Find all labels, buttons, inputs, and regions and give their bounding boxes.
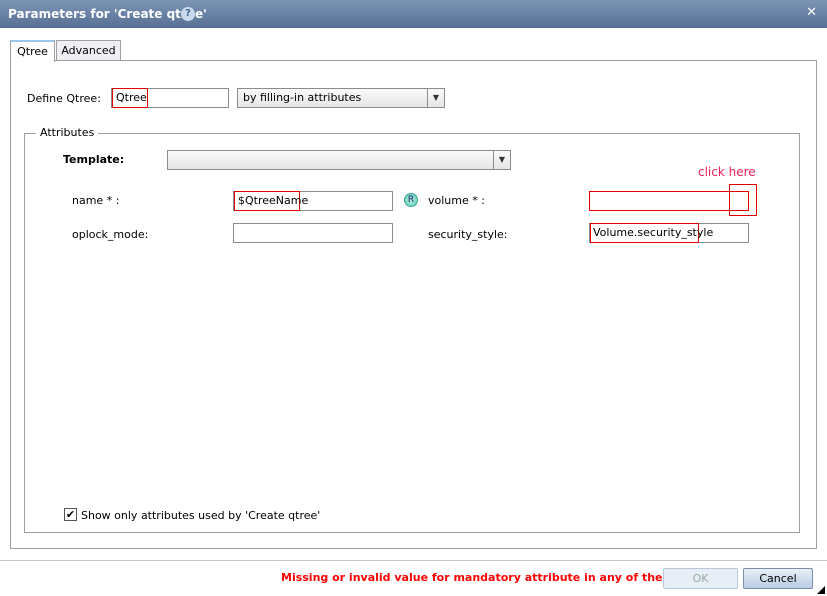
- tab-qtree[interactable]: Qtree: [10, 40, 55, 62]
- define-qtree-label: Define Qtree:: [27, 92, 101, 105]
- security-style-input[interactable]: Volume.security_style: [589, 223, 749, 243]
- oplock-label: oplock_mode:: [72, 228, 149, 241]
- title-bar: Parameters for 'Create qtree' ? ✕: [0, 0, 827, 28]
- volume-input[interactable]: [589, 191, 749, 211]
- chevron-down-icon: ▼: [493, 151, 510, 169]
- chevron-down-icon: ▼: [427, 89, 444, 107]
- r-badge-icon[interactable]: R: [404, 193, 418, 207]
- cancel-button[interactable]: Cancel: [743, 568, 813, 589]
- security-style-value: Volume.security_style: [590, 223, 713, 243]
- ok-button[interactable]: OK: [663, 568, 738, 589]
- help-icon[interactable]: ?: [181, 7, 195, 21]
- attributes-legend: Attributes: [36, 126, 99, 139]
- define-mode-value: by filling-in attributes: [243, 91, 362, 104]
- error-message: Missing or invalid value for mandatory a…: [281, 571, 694, 584]
- footer-divider: [0, 560, 827, 561]
- security-style-label: security_style:: [428, 228, 508, 241]
- volume-label: volume * :: [428, 194, 485, 207]
- define-qtree-value: Qtree: [112, 88, 148, 108]
- close-icon[interactable]: ✕: [806, 5, 817, 20]
- name-value: $QtreeName: [234, 191, 308, 211]
- tab-advanced[interactable]: Advanced: [56, 40, 121, 61]
- define-mode-select[interactable]: by filling-in attributes ▼: [237, 88, 445, 108]
- template-label: Template:: [63, 153, 125, 166]
- define-qtree-input[interactable]: Qtree: [111, 88, 229, 108]
- show-only-checkbox[interactable]: ✔: [64, 508, 77, 521]
- name-input[interactable]: $QtreeName: [233, 191, 393, 211]
- show-only-label[interactable]: Show only attributes used by 'Create qtr…: [81, 509, 320, 522]
- click-here-annotation: click here: [698, 165, 756, 179]
- template-select[interactable]: ▼: [167, 150, 511, 170]
- resize-grip-icon[interactable]: [817, 586, 825, 594]
- name-label: name * :: [72, 194, 120, 207]
- oplock-input[interactable]: [233, 223, 393, 243]
- click-here-box: [729, 184, 757, 216]
- dialog-title: Parameters for 'Create qtree': [8, 7, 207, 21]
